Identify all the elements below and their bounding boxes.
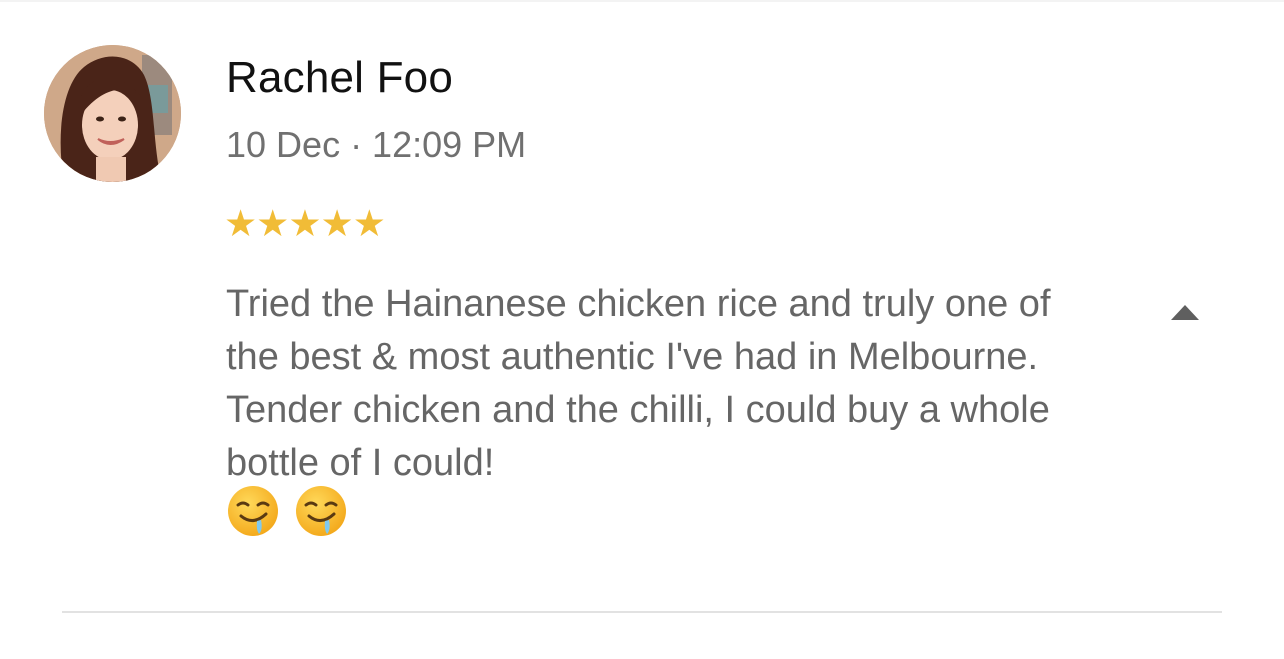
star-icon: ★ (224, 203, 257, 244)
collapse-review-button[interactable] (1160, 295, 1210, 331)
star-icon: ★ (320, 203, 354, 244)
review-divider (62, 611, 1222, 613)
star-rating: ★★★★★ (224, 203, 386, 244)
drooling-face-icon (294, 484, 348, 540)
star-icon: ★ (352, 203, 386, 244)
star-icon: ★ (288, 203, 321, 244)
review-body-text: Tried the Hainanese chicken rice and tru… (226, 283, 1051, 484)
reviewer-name[interactable]: Rachel Foo (226, 50, 453, 106)
caret-up-icon (1171, 305, 1199, 320)
top-divider (0, 0, 1284, 2)
reviewer-avatar[interactable] (44, 45, 181, 182)
drooling-face-icon (226, 484, 280, 540)
avatar-photo (44, 45, 181, 182)
star-icon: ★ (256, 203, 289, 244)
review-emojis (226, 484, 348, 540)
review-timestamp: 10 Dec · 12:09 PM (226, 124, 527, 165)
